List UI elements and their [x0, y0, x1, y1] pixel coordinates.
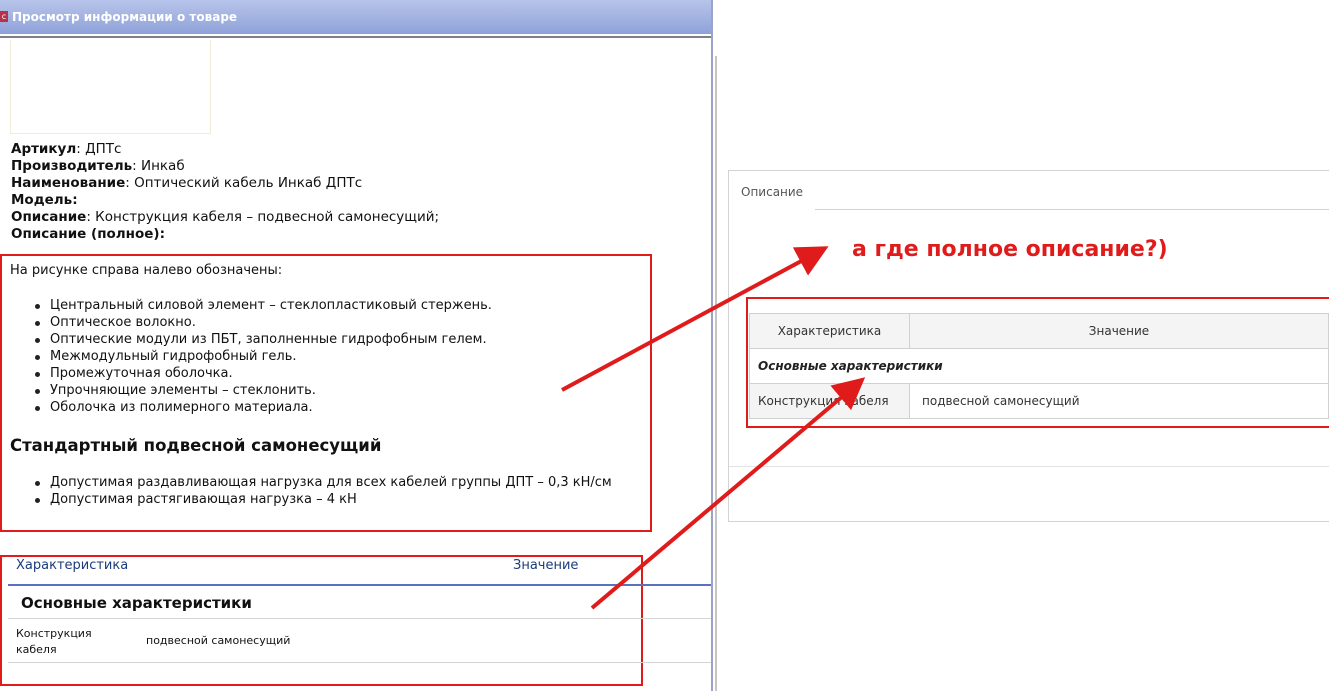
arrow-to-table — [590, 377, 866, 610]
arrow-to-description — [561, 246, 829, 392]
annotation-arrows — [561, 246, 866, 610]
